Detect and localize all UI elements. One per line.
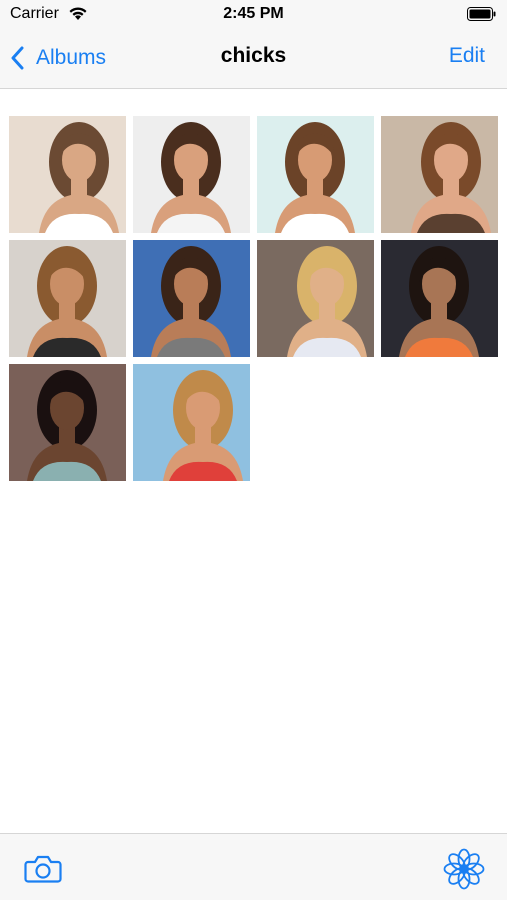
photo-album-screen: Carrier 2:45 PM Albums chicks Edit [0, 0, 507, 900]
photo-image [257, 116, 374, 233]
flower-icon[interactable] [443, 848, 485, 890]
photo-thumbnail[interactable] [133, 116, 250, 233]
photo-image [9, 116, 126, 233]
photo-thumbnail[interactable] [9, 364, 126, 481]
status-bar: Carrier 2:45 PM [0, 0, 507, 30]
photo-thumbnail[interactable] [257, 240, 374, 357]
photo-thumbnail[interactable] [257, 116, 374, 233]
photo-image [257, 240, 374, 357]
photo-thumbnail[interactable] [381, 116, 498, 233]
photo-image [133, 116, 250, 233]
photo-thumbnail[interactable] [133, 364, 250, 481]
photo-image [381, 240, 498, 357]
photo-image [133, 240, 250, 357]
battery-icon [467, 7, 496, 21]
photo-image [9, 240, 126, 357]
edit-button[interactable]: Edit [449, 44, 485, 68]
photo-thumbnail[interactable] [9, 240, 126, 357]
photo-thumbnail[interactable] [9, 116, 126, 233]
page-title: chicks [220, 44, 287, 67]
photo-thumbnail[interactable] [381, 240, 498, 357]
photo-image [133, 364, 250, 481]
photo-image [381, 116, 498, 233]
photo-thumbnail[interactable] [133, 240, 250, 357]
bottom-toolbar [0, 833, 507, 900]
status-time: 2:45 PM [223, 5, 284, 22]
navigation-bar: Albums chicks Edit [0, 30, 507, 89]
photo-grid [9, 116, 499, 481]
photo-image [9, 364, 126, 481]
camera-icon[interactable] [24, 854, 62, 884]
